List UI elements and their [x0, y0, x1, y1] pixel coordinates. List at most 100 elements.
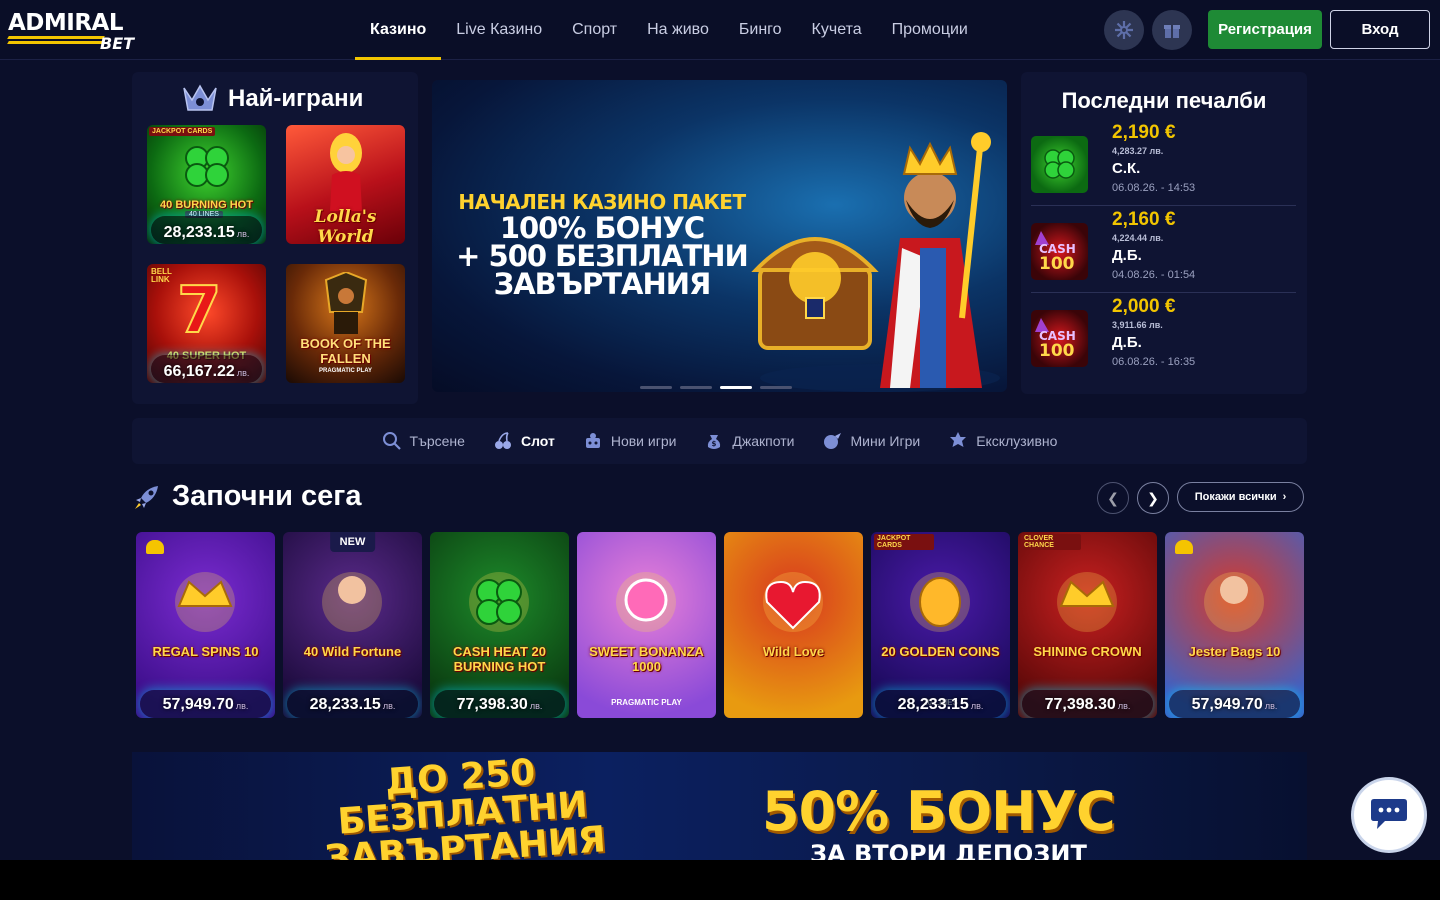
cherry-icon — [494, 432, 511, 449]
game-art — [763, 572, 823, 632]
win-amount-bgn: 3,911.66 лв. — [1112, 320, 1163, 330]
next-arrow-button[interactable]: ❯ — [1137, 482, 1169, 514]
game-card[interactable]: SWEET BONANZA 1000 PRAGMATIC PLAY — [577, 532, 716, 718]
category-slot[interactable]: Слот — [493, 431, 555, 451]
jackpot-amount: 57,949.70 лв. — [162, 696, 249, 713]
game-name: 20 GOLDEN COINS — [881, 644, 1000, 659]
game-name: Jester Bags 10 — [1188, 644, 1281, 659]
carousel-dot[interactable] — [760, 386, 792, 389]
seven-symbol: 7 — [176, 273, 223, 349]
settings-icon[interactable] — [1104, 10, 1144, 50]
game-card[interactable]: CASH HEAT 20 BURNING HOT 77,398.30 лв. — [430, 532, 569, 718]
category-search[interactable]: Търсене — [382, 431, 465, 451]
admiralbet-logo[interactable]: ADMIRAL BET — [7, 8, 148, 53]
header: ADMIRAL BET Казино Live Казино Спорт На … — [0, 0, 1440, 60]
win-date: 06.08.26. - 14:53 — [1112, 182, 1196, 194]
jackpot-amount: 28,233.15 лв. — [897, 696, 984, 713]
carousel-dot[interactable] — [640, 386, 672, 389]
game-name: CASH HEAT 20 BURNING HOT — [453, 644, 546, 674]
character-image — [330, 133, 362, 211]
game-art — [1057, 572, 1117, 632]
jackpot-amount: 57,949.70 лв. — [1191, 696, 1278, 713]
register-button[interactable]: Регистрация — [1208, 10, 1322, 49]
chevron-right-icon: › — [1282, 491, 1287, 503]
win-amount-eur: 2,160 € — [1112, 209, 1176, 230]
game-name: BOOK OF THE FALLEN — [300, 336, 391, 366]
nav-dogs[interactable]: Кучета — [797, 0, 877, 60]
pharaoh-image — [324, 272, 368, 334]
category-new-games[interactable]: Нови игри — [583, 431, 676, 451]
rocket-icon — [135, 485, 158, 509]
win-amount-bgn: 4,283.27 лв. — [1112, 146, 1164, 156]
svg-text:100: 100 — [1039, 341, 1075, 361]
new-badge: NEW — [329, 532, 376, 552]
logo-text: ADMIRAL — [8, 10, 124, 36]
game-card[interactable]: Jester Bags 10 57,949.70 лв. — [1165, 532, 1304, 718]
promo-banner[interactable]: ДО 250 БЕЗПЛАТНИ ЗАВЪРТАНИЯ 50% БОНУС ЗА… — [132, 752, 1307, 860]
win-amount-bgn: 4,224.44 лв. — [1112, 233, 1164, 243]
category-exclusive[interactable]: Ексклузивно — [948, 431, 1057, 451]
king-treasure-image — [751, 132, 1000, 392]
divider — [1031, 205, 1296, 206]
game-card[interactable]: Wild Love — [724, 532, 863, 718]
show-all-button[interactable]: Покажи всички › — [1177, 482, 1304, 512]
game-card[interactable]: JACKPOT CARDS20 GOLDEN COINS20 LINES28,2… — [871, 532, 1010, 718]
prev-arrow-button[interactable]: ❮ — [1097, 482, 1129, 514]
svg-text:100: 100 — [1039, 254, 1075, 274]
game-card[interactable]: REGAL SPINS 10 57,949.70 лв. — [136, 532, 275, 718]
game-name: SWEET BONANZA 1000 — [589, 644, 704, 674]
start-now-heading: Започни сега — [132, 480, 362, 513]
nav-live-casino[interactable]: Live Казино — [441, 0, 557, 60]
jackpot-amount: 28,233.15 лв. — [163, 224, 250, 241]
nav-casino[interactable]: Казино — [355, 0, 442, 60]
hero-line-2: 100% БОНУС — [499, 211, 705, 245]
game-art — [910, 572, 970, 632]
category-jackpots[interactable]: $ Джакпоти — [704, 431, 794, 451]
carousel-dot[interactable] — [680, 386, 712, 389]
logo-stripes — [7, 36, 105, 50]
gift-icon[interactable] — [1152, 10, 1192, 50]
carousel-dot-active[interactable] — [720, 386, 752, 389]
game-tile-book-of-the-fallen[interactable]: BOOK OF THE FALLEN PRAGMATIC PLAY — [286, 264, 405, 383]
clover-image — [185, 146, 229, 187]
category-bar: Търсене Слот Нови игри $ Джакпоти Мини И… — [132, 418, 1307, 464]
nav-sport[interactable]: Спорт — [557, 0, 632, 60]
win-item[interactable]: CASH 100 2,000 € 3,911.66 лв. Д.Б. 06.08.… — [1031, 296, 1296, 382]
game-card[interactable]: CLOVER CHANCE SHINING CROWN 77,398.30 лв. — [1018, 532, 1157, 718]
chevron-left-icon: ❮ — [1107, 489, 1119, 506]
nav-live[interactable]: На живо — [632, 0, 724, 60]
game-art — [616, 572, 676, 632]
jackpot-badge: JACKPOT CARDS — [149, 127, 216, 136]
win-date: 06.08.26. - 16:35 — [1112, 356, 1196, 368]
win-item[interactable]: 2,190 € 4,283.27 лв. С.К. 06.08.26. - 14… — [1031, 122, 1296, 208]
game-name: SHINING CROWN — [1033, 644, 1142, 659]
hero-text: НАЧАЛЕН КАЗИНО ПАКЕТ 100% БОНУС + 500 БЕ… — [432, 190, 772, 299]
login-button[interactable]: Вход — [1330, 10, 1430, 49]
duck-icon — [146, 540, 164, 554]
win-item[interactable]: CASH 100 2,160 € 4,224.44 лв. Д.Б. 04.08.… — [1031, 209, 1296, 295]
game-card[interactable]: NEW 40 Wild Fortune 28,233.15 лв. — [283, 532, 422, 718]
win-game-thumb: CASH 100 — [1031, 310, 1088, 367]
live-chat-button[interactable] — [1354, 780, 1424, 850]
game-art — [322, 572, 382, 632]
top-games-title: Най-играни — [228, 85, 364, 112]
svg-text:$: $ — [712, 440, 717, 448]
winner-name: Д.Б. — [1112, 334, 1142, 351]
duck-icon — [1175, 540, 1193, 554]
winner-name: Д.Б. — [1112, 247, 1142, 264]
nav-bingo[interactable]: Бинго — [724, 0, 797, 60]
nav-promotions[interactable]: Промоции — [877, 0, 983, 60]
game-tile-lollas-world[interactable]: Lolla's World — [286, 125, 405, 244]
win-amount-eur: 2,000 € — [1112, 296, 1176, 317]
game-name: REGAL SPINS 10 — [152, 644, 259, 659]
game-tile-40-super-hot[interactable]: BELL LINK 7 40 SUPER HOT 66,167.22лв. — [147, 264, 266, 383]
hero-banner[interactable]: НАЧАЛЕН КАЗИНО ПАКЕТ 100% БОНУС + 500 БЕ… — [432, 80, 1007, 392]
top-games-panel: Най-играни JACKPOT CARDS 40 BURNING HOT … — [132, 72, 418, 404]
category-mini-games[interactable]: Мини Игри — [822, 431, 920, 451]
game-name: 40 Wild Fortune — [303, 644, 402, 659]
casino-page: ADMIRAL BET Казино Live Казино Спорт На … — [0, 0, 1440, 860]
game-art — [469, 572, 529, 632]
game-tile-40-burning-hot[interactable]: JACKPOT CARDS 40 BURNING HOT 40 LINES 28… — [147, 125, 266, 244]
jackpot-amount: 66,167.22 лв. — [163, 363, 250, 380]
game-badge: JACKPOT CARDS — [874, 534, 934, 550]
